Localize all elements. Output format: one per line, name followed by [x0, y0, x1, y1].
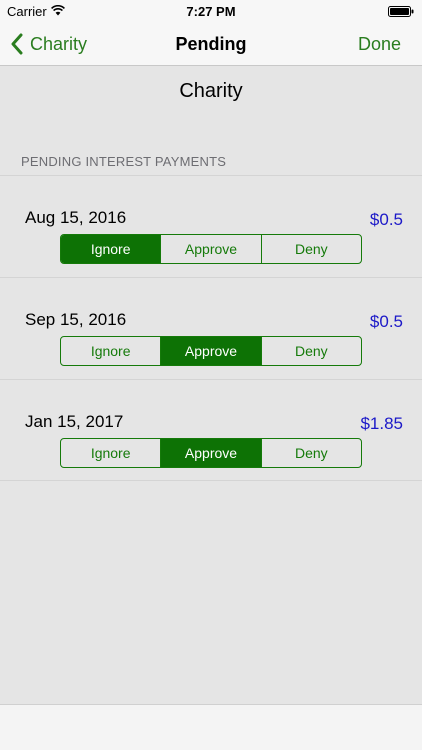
battery-icon [388, 6, 414, 17]
status-time: 7:27 PM [186, 4, 236, 19]
decision-segmented-control[interactable]: Ignore Approve Deny [60, 336, 362, 366]
approve-segment[interactable]: Approve [161, 235, 262, 263]
bottom-toolbar [0, 704, 422, 750]
chevron-left-icon [11, 33, 23, 55]
navigation-bar: Charity Pending Done [0, 22, 422, 66]
section-header: PENDING INTEREST PAYMENTS [21, 154, 227, 169]
decision-segmented-control[interactable]: Ignore Approve Deny [60, 234, 362, 264]
payment-date: Aug 15, 2016 [25, 208, 127, 227]
payment-row: Jan 15, 2017 $1.85 Ignore Approve Deny [0, 379, 422, 481]
approve-segment[interactable]: Approve [161, 337, 262, 365]
payment-row: Aug 15, 2016 $0.5 Ignore Approve Deny [0, 175, 422, 277]
payment-date: Sep 15, 2016 [25, 310, 127, 329]
decision-segmented-control[interactable]: Ignore Approve Deny [60, 438, 362, 468]
payment-amount: $0.5 [369, 312, 403, 331]
done-button[interactable]: Done [358, 22, 401, 66]
ignore-segment[interactable]: Ignore [61, 439, 162, 467]
back-button[interactable]: Charity [10, 22, 87, 66]
payment-amount: $1.85 [360, 414, 403, 433]
deny-segment[interactable]: Deny [262, 337, 361, 365]
content-title: Charity [179, 80, 243, 102]
deny-segment[interactable]: Deny [262, 235, 361, 263]
payment-amount: $0.5 [369, 210, 403, 229]
payment-row: Sep 15, 2016 $0.5 Ignore Approve Deny [0, 277, 422, 379]
approve-segment[interactable]: Approve [161, 439, 262, 467]
payments-list: Aug 15, 2016 $0.5 Ignore Approve Deny Se… [0, 175, 422, 481]
payment-date: Jan 15, 2017 [25, 412, 124, 431]
ignore-segment[interactable]: Ignore [61, 235, 162, 263]
back-button-label: Charity [30, 33, 88, 54]
status-bar: Carrier 7:27 PM [0, 0, 422, 22]
deny-segment[interactable]: Deny [262, 439, 361, 467]
ignore-segment[interactable]: Ignore [61, 337, 162, 365]
